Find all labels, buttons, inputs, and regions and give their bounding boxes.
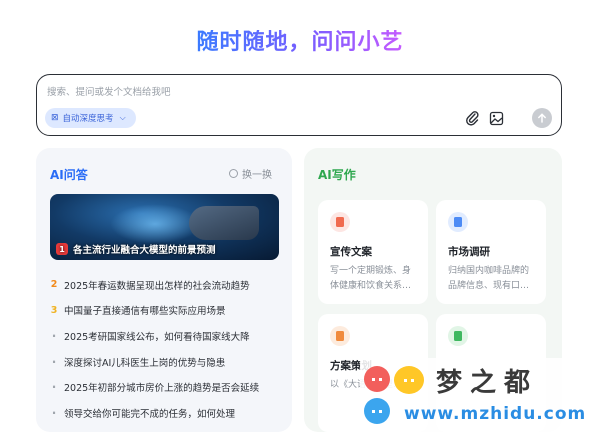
rank-number: 2 (50, 279, 58, 291)
watermark-title: 梦之都 (436, 368, 539, 398)
writing-card-desc: 写一个定期锻炼、身体健康和饮食关系… (330, 266, 412, 291)
bullet-dot: · (51, 380, 57, 395)
qa-list-item[interactable]: 2 2025年春运数据呈现出怎样的社会流动趋势 (50, 272, 282, 298)
featured-image-hand (189, 206, 259, 240)
watermark-url: www.mzhidu.com (404, 404, 587, 424)
ai-qa-title: AI问答 (50, 168, 88, 182)
writing-card-desc: 归纳国内咖啡品牌的品牌信息、现有口… (448, 266, 530, 291)
qa-item-text: 2025年春运数据呈现出怎样的社会流动趋势 (64, 280, 250, 292)
qa-list-item[interactable]: · 2025考研国家线公布，如何看待国家线大降 (50, 323, 282, 349)
red-bubble-logo-icon (364, 366, 390, 392)
rank-badge: 1 (56, 243, 68, 255)
rank-number: 3 (50, 304, 58, 316)
qa-list-item[interactable]: 3 中国量子直接通信有哪些实际应用场景 (50, 298, 282, 324)
refresh-icon (229, 169, 238, 178)
qa-item-text: 2025年初部分城市房价上涨的趋势是否会延续 (64, 383, 260, 395)
qa-item-text: 领导交给你可能完不成的任务，如何处理 (64, 408, 236, 420)
featured-question[interactable]: 1 各主流行业融合大模型的前景预测 (50, 194, 279, 260)
writing-card-name: 宣传文案 (330, 246, 372, 258)
qa-item-text: 中国量子直接通信有哪些实际应用场景 (64, 306, 226, 318)
qa-list: 2 2025年春运数据呈现出怎样的社会流动趋势 3 中国量子直接通信有哪些实际应… (50, 272, 282, 426)
writing-card-promo[interactable]: 宣传文案 写一个定期锻炼、身体健康和饮食关系… (318, 200, 428, 304)
swap-button[interactable]: 换一换 (229, 166, 272, 181)
chat-input-box[interactable]: 搜索、提问或发个文档给我吧 ⊠ 自动深度思考 ⌵ (36, 74, 562, 136)
document-icon (330, 326, 350, 346)
attachment-icon[interactable] (463, 109, 481, 127)
ai-write-title: AI写作 (318, 168, 356, 182)
qa-item-text: 深度探讨AI儿科医生上岗的优势与隐患 (64, 357, 226, 369)
qa-list-item[interactable]: · 领导交给你可能完不成的任务，如何处理 (50, 400, 282, 426)
featured-caption: 1 各主流行业融合大模型的前景预测 (50, 242, 279, 256)
deep-think-label: 自动深度思考 (62, 114, 114, 124)
qa-item-text: 2025考研国家线公布，如何看待国家线大降 (64, 331, 250, 343)
qa-list-item[interactable]: · 2025年初部分城市房价上涨的趋势是否会延续 (50, 374, 282, 400)
featured-image-glow (110, 204, 200, 244)
document-icon (330, 212, 350, 232)
chat-input-placeholder[interactable]: 搜索、提问或发个文档给我吧 (47, 84, 171, 98)
deep-think-toggle[interactable]: ⊠ 自动深度思考 ⌵ (45, 108, 136, 128)
page-headline: 随时随地，问问小艺 (196, 30, 404, 55)
blue-bubble-logo-icon (364, 398, 390, 424)
writing-card-market[interactable]: 市场调研 归纳国内咖啡品牌的品牌信息、现有口… (436, 200, 546, 304)
send-button[interactable] (532, 108, 552, 128)
image-icon[interactable] (487, 109, 505, 127)
featured-text: 各主流行业融合大模型的前景预测 (73, 245, 216, 256)
chevron-down-icon: ⌵ (119, 113, 126, 122)
send-icon (538, 113, 546, 123)
document-icon (448, 212, 468, 232)
ai-qa-card: AI问答 换一换 1 各主流行业融合大模型的前景预测 2 2025年春运数据呈现… (36, 148, 292, 432)
bullet-dot: · (51, 354, 57, 369)
swap-label: 换一换 (242, 170, 272, 181)
site-watermark: 梦之都 www.mzhidu.com (360, 358, 600, 432)
yellow-bubble-logo-icon (394, 366, 424, 394)
deep-think-icon: ⊠ (51, 113, 59, 123)
writing-card-name: 市场调研 (448, 246, 490, 258)
qa-list-item[interactable]: · 深度探讨AI儿科医生上岗的优势与隐患 (50, 349, 282, 375)
bullet-dot: · (51, 405, 57, 420)
bullet-dot: · (51, 328, 57, 343)
document-icon (448, 326, 468, 346)
